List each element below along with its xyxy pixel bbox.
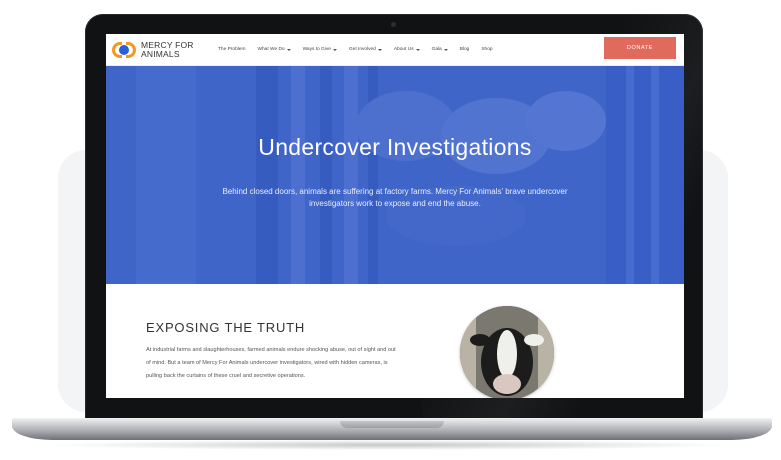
nav-item-label: Shop xyxy=(481,47,493,52)
nav-item-gala[interactable]: Gala xyxy=(426,47,454,52)
mercy-for-animals-logo-icon xyxy=(112,41,136,58)
laptop-mockup: MERCY FOR ANIMALS The Problem What We Do… xyxy=(0,0,781,460)
browser-viewport: MERCY FOR ANIMALS The Problem What We Do… xyxy=(106,34,684,398)
hero-title: Undercover Investigations xyxy=(258,134,532,160)
chevron-down-icon xyxy=(332,48,337,51)
nav-item-get-involved[interactable]: Get Involved xyxy=(343,47,388,52)
site-logo[interactable]: MERCY FOR ANIMALS xyxy=(112,40,208,59)
cow-image xyxy=(460,306,554,398)
chevron-down-icon xyxy=(377,48,382,51)
nav-item-label: Ways to Give xyxy=(302,47,331,52)
chevron-down-icon xyxy=(415,48,420,51)
logo-wordmark: MERCY FOR ANIMALS xyxy=(141,40,194,59)
intro-section: EXPOSING THE TRUTH At industrial farms a… xyxy=(106,284,684,398)
section-heading: EXPOSING THE TRUTH xyxy=(146,320,306,335)
webcam-icon xyxy=(391,22,396,27)
chevron-down-icon xyxy=(286,48,291,51)
nav-item-label: Gala xyxy=(431,47,442,52)
nav-item-label: The Problem xyxy=(218,47,246,52)
nav-item-blog[interactable]: Blog xyxy=(454,47,476,52)
cow-photo xyxy=(460,306,554,398)
nav-item-ways-to-give[interactable]: Ways to Give xyxy=(297,47,343,52)
nav-item-label: Blog xyxy=(459,47,470,52)
hero-subtitle: Behind closed doors, animals are sufferi… xyxy=(222,187,568,208)
main-menu: The Problem What We Do Ways to Give Get … xyxy=(212,47,499,52)
nav-item-about-us[interactable]: About Us xyxy=(388,47,426,52)
nav-item-label: Get Involved xyxy=(348,47,376,52)
hero-color-overlay xyxy=(106,66,684,284)
nav-item-shop[interactable]: Shop xyxy=(475,47,498,52)
laptop-shadow xyxy=(40,440,740,450)
nav-item-what-we-do[interactable]: What We Do xyxy=(251,47,296,52)
nav-item-label: About Us xyxy=(393,47,414,52)
donate-button[interactable]: DONATE xyxy=(604,37,676,59)
site-header: MERCY FOR ANIMALS The Problem What We Do… xyxy=(106,34,684,66)
hero-banner: Undercover Investigations Behind closed … xyxy=(106,66,684,284)
logo-line-2: ANIMALS xyxy=(141,48,180,59)
nav-item-label: What We Do xyxy=(257,47,285,52)
chevron-down-icon xyxy=(443,48,448,51)
section-body: At industrial farms and slaughterhouses,… xyxy=(146,347,396,380)
nav-item-the-problem[interactable]: The Problem xyxy=(212,47,251,52)
laptop-opening-notch xyxy=(340,421,444,428)
